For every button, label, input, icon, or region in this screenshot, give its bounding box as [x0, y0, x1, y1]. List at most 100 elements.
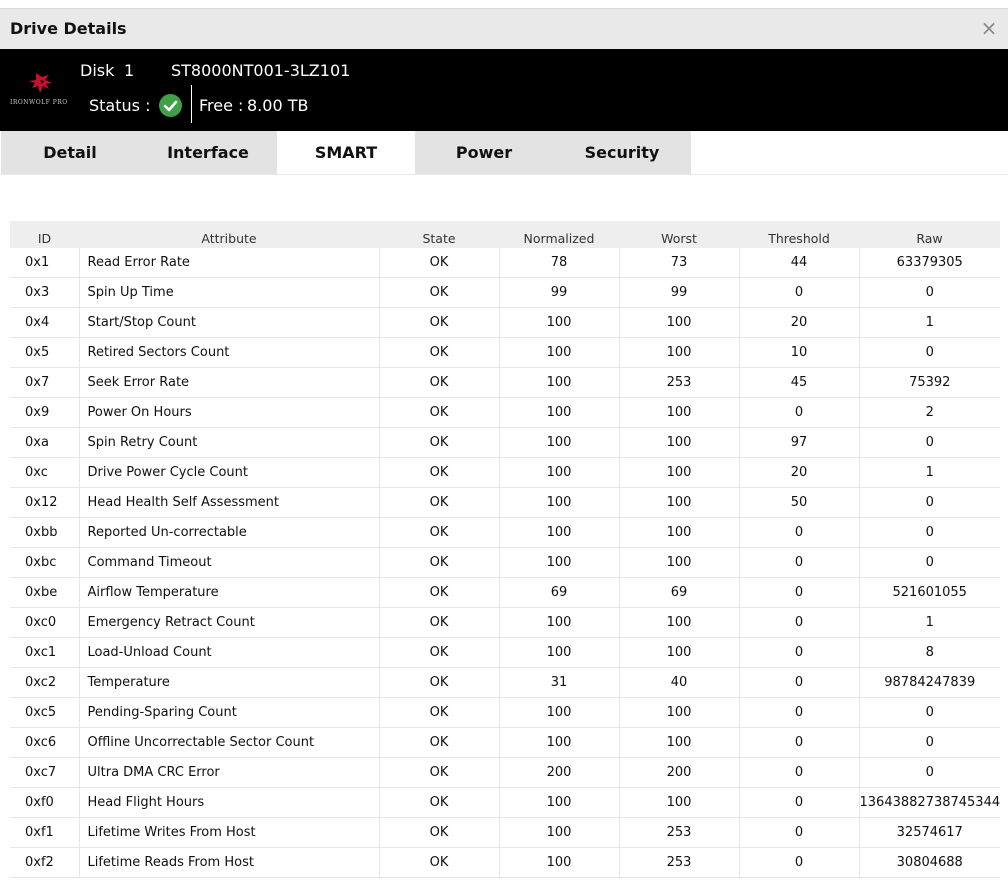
- cell-normalized: 100: [499, 517, 620, 548]
- cell-attribute: Command Timeout: [79, 547, 380, 578]
- cell-state: OK: [379, 667, 500, 698]
- tab-divider: [0, 174, 1008, 175]
- cell-state: OK: [379, 457, 500, 488]
- window-title: Drive Details: [10, 19, 127, 38]
- table-row[interactable]: 0x9 Power On Hours OK 100 100 0 2: [10, 397, 1000, 428]
- cell-normalized: 200: [499, 757, 620, 788]
- cell-id: 0xc5: [10, 697, 80, 728]
- column-header-threshold: Threshold: [739, 221, 859, 248]
- cell-id: 0x7: [10, 367, 80, 398]
- table-row[interactable]: 0x1 Read Error Rate OK 78 73 44 63379305: [10, 248, 1000, 278]
- cell-normalized: 78: [499, 248, 620, 278]
- cell-threshold: 0: [739, 847, 860, 878]
- cell-id: 0x3: [10, 277, 80, 308]
- cell-id: 0xbe: [10, 577, 80, 608]
- table-header-row: ID Attribute State Normalized Worst Thre…: [10, 221, 1000, 248]
- tab-smart[interactable]: SMART: [277, 131, 415, 174]
- free-value: 8.00 TB: [247, 96, 309, 115]
- cell-normalized: 100: [499, 787, 620, 818]
- cell-normalized: 31: [499, 667, 620, 698]
- cell-state: OK: [379, 397, 500, 428]
- logo-brand-text: IRONWOLF PRO: [10, 99, 68, 106]
- cell-worst: 100: [619, 787, 740, 818]
- table-row[interactable]: 0xf1 Lifetime Writes From Host OK 100 253 0 32…: [10, 817, 1000, 848]
- table-row[interactable]: 0xf2 Lifetime Reads From Host OK 100 253 0 308…: [10, 847, 1000, 878]
- cell-attribute: Read Error Rate: [79, 248, 380, 278]
- cell-worst: 69: [619, 577, 740, 608]
- cell-attribute: Drive Power Cycle Count: [79, 457, 380, 488]
- cell-worst: 40: [619, 667, 740, 698]
- cell-attribute: Head Flight Hours: [79, 787, 380, 818]
- close-icon[interactable]: ×: [978, 17, 1000, 39]
- cell-state: OK: [379, 817, 500, 848]
- cell-state: OK: [379, 248, 500, 278]
- table-row[interactable]: 0xc0 Emergency Retract Count OK 100 100 0 1: [10, 607, 1000, 638]
- cell-worst: 200: [619, 757, 740, 788]
- drive-model: ST8000NT001-3LZ101: [171, 61, 351, 80]
- table-row[interactable]: 0x7 Seek Error Rate OK 100 253 45 75392: [10, 367, 1000, 398]
- table-row[interactable]: 0x4 Start/Stop Count OK 100 100 20 1: [10, 307, 1000, 338]
- cell-threshold: 45: [739, 367, 860, 398]
- cell-threshold: 0: [739, 577, 860, 608]
- cell-attribute: Load-Unload Count: [79, 637, 380, 668]
- table-row[interactable]: 0xc5 Pending-Sparing Count OK 100 100 0 0: [10, 697, 1000, 728]
- header-divider: [191, 85, 192, 123]
- cell-normalized: 100: [499, 547, 620, 578]
- table-row[interactable]: 0xbe Airflow Temperature OK 69 69 0 521601055: [10, 577, 1000, 608]
- cell-id: 0xc: [10, 457, 80, 488]
- cell-state: OK: [379, 727, 500, 758]
- cell-raw: 32574617: [859, 817, 1000, 848]
- table-row[interactable]: 0x12 Head Health Self Assessment OK 100 100 5…: [10, 487, 1000, 518]
- table-row[interactable]: 0xc7 Ultra DMA CRC Error OK 200 200 0 0: [10, 757, 1000, 788]
- table-row[interactable]: 0xa Spin Retry Count OK 100 100 97 0: [10, 427, 1000, 458]
- cell-threshold: 0: [739, 667, 860, 698]
- cell-id: 0xc6: [10, 727, 80, 758]
- cell-raw: 63379305: [859, 248, 1000, 278]
- cell-worst: 100: [619, 517, 740, 548]
- cell-raw: 0: [859, 547, 1000, 578]
- cell-threshold: 0: [739, 817, 860, 848]
- tab-security[interactable]: Security: [553, 131, 691, 174]
- cell-attribute: Start/Stop Count: [79, 307, 380, 338]
- table-row[interactable]: 0x3 Spin Up Time OK 99 99 0 0: [10, 277, 1000, 308]
- table-row[interactable]: 0xc2 Temperature OK 31 40 0 98784247839: [10, 667, 1000, 698]
- cell-state: OK: [379, 337, 500, 368]
- table-row[interactable]: 0xbb Reported Un-correctable OK 100 100 0 0: [10, 517, 1000, 548]
- table-row[interactable]: 0xf0 Head Flight Hours OK 100 100 0 1364388273…: [10, 787, 1000, 818]
- cell-attribute: Offline Uncorrectable Sector Count: [79, 727, 380, 758]
- cell-normalized: 100: [499, 847, 620, 878]
- column-header-worst: Worst: [619, 221, 739, 248]
- cell-raw: 521601055: [859, 577, 1000, 608]
- cell-worst: 253: [619, 817, 740, 848]
- cell-attribute: Pending-Sparing Count: [79, 697, 380, 728]
- cell-worst: 100: [619, 307, 740, 338]
- cell-id: 0x5: [10, 337, 80, 368]
- cell-raw: 0: [859, 277, 1000, 308]
- table-row[interactable]: 0xc1 Load-Unload Count OK 100 100 0 8: [10, 637, 1000, 668]
- cell-attribute: Power On Hours: [79, 397, 380, 428]
- cell-state: OK: [379, 367, 500, 398]
- cell-threshold: 0: [739, 277, 860, 308]
- cell-normalized: 100: [499, 367, 620, 398]
- cell-state: OK: [379, 517, 500, 548]
- cell-worst: 100: [619, 697, 740, 728]
- cell-threshold: 97: [739, 427, 860, 458]
- column-header-id: ID: [10, 221, 79, 248]
- cell-threshold: 44: [739, 248, 860, 278]
- table-row[interactable]: 0x5 Retired Sectors Count OK 100 100 10 0: [10, 337, 1000, 368]
- cell-worst: 99: [619, 277, 740, 308]
- table-row[interactable]: 0xbc Command Timeout OK 100 100 0 0: [10, 547, 1000, 578]
- column-header-raw: Raw: [859, 221, 1000, 248]
- tab-power[interactable]: Power: [415, 131, 553, 174]
- tab-interface[interactable]: Interface: [139, 131, 277, 174]
- cell-state: OK: [379, 307, 500, 338]
- cell-normalized: 100: [499, 727, 620, 758]
- cell-state: OK: [379, 607, 500, 638]
- tab-detail[interactable]: Detail: [1, 131, 139, 174]
- cell-worst: 100: [619, 637, 740, 668]
- cell-attribute: Temperature: [79, 667, 380, 698]
- table-row[interactable]: 0xc6 Offline Uncorrectable Sector Count OK…: [10, 727, 1000, 758]
- cell-worst: 100: [619, 607, 740, 638]
- cell-threshold: 0: [739, 517, 860, 548]
- table-row[interactable]: 0xc Drive Power Cycle Count OK 100 100 20 1: [10, 457, 1000, 488]
